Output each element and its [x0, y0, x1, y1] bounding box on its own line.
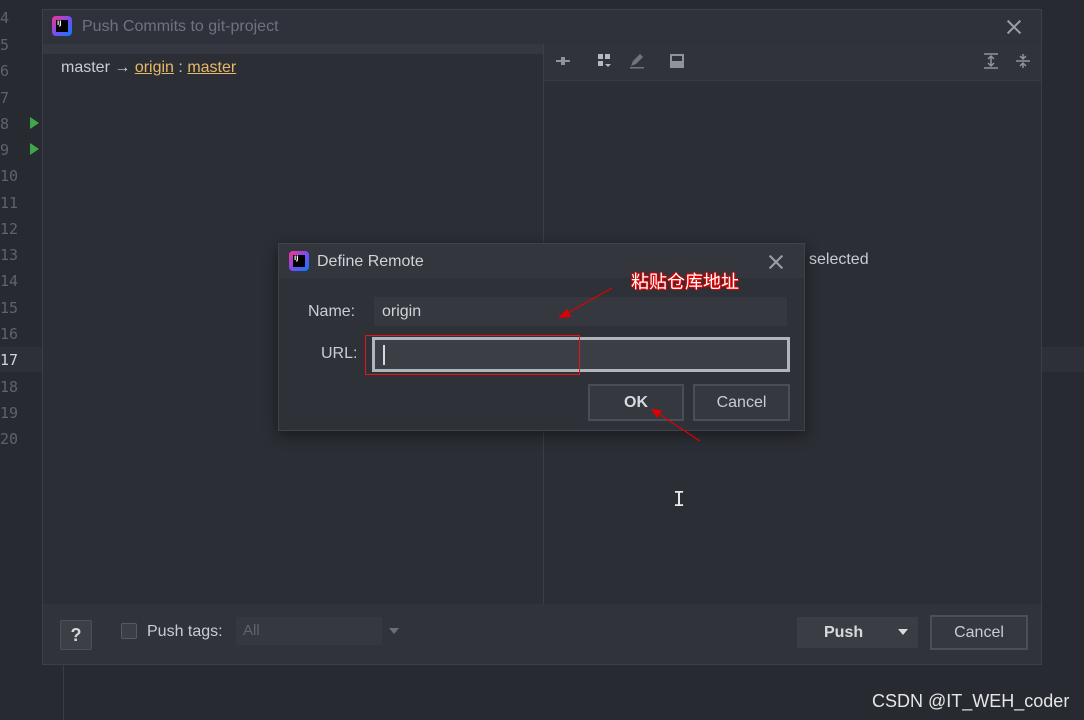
push-tags-value: All — [243, 622, 260, 639]
run-gutter-icon[interactable] — [30, 117, 39, 129]
intellij-app-icon: IJ — [52, 16, 72, 36]
remote-link[interactable]: origin — [135, 59, 174, 76]
line-number: 8 — [0, 115, 10, 133]
edit-icon[interactable] — [628, 52, 646, 70]
pane-header-strip — [43, 44, 543, 54]
name-input[interactable]: origin — [374, 297, 787, 326]
line-number: 10 — [0, 167, 19, 185]
line-number: 16 — [0, 325, 19, 343]
line-number: 5 — [0, 36, 10, 54]
arrow-icon: → — [114, 59, 131, 76]
collapse-all-icon[interactable] — [1014, 52, 1032, 70]
url-label: URL: — [321, 345, 358, 362]
name-value: origin — [382, 303, 422, 320]
push-tags-select[interactable]: All — [236, 617, 406, 645]
mouse-cursor-ibeam: I — [673, 487, 686, 511]
close-icon[interactable] — [769, 255, 783, 269]
help-button[interactable]: ? — [60, 620, 92, 650]
name-label: Name: — [308, 303, 356, 320]
group-by-icon[interactable] — [596, 52, 614, 70]
push-button[interactable]: Push — [797, 617, 918, 648]
push-tags-checkbox[interactable] — [121, 623, 137, 639]
editor-gutter: 4 5 6 7 8 9 10 11 12 13 14 15 16 17 18 1… — [0, 0, 42, 720]
line-number: 9 — [0, 141, 10, 159]
close-icon[interactable] — [1007, 20, 1021, 34]
changes-toolbar — [544, 44, 1041, 81]
no-selection-text: selected — [809, 251, 869, 268]
line-number: 11 — [0, 194, 19, 212]
annotation-text: 粘贴仓库地址 — [631, 272, 739, 293]
cancel-button[interactable]: Cancel — [930, 615, 1028, 650]
remote-branch-link[interactable]: master — [187, 59, 236, 76]
chevron-down-icon[interactable] — [382, 617, 406, 645]
push-window-titlebar: IJ Push Commits to git-project — [43, 10, 1041, 44]
local-branch: master — [61, 59, 110, 76]
line-number: 15 — [0, 299, 19, 317]
push-window-title: Push Commits to git-project — [82, 18, 279, 35]
line-number: 20 — [0, 430, 19, 448]
line-number: 12 — [0, 220, 19, 238]
dialog-cancel-button[interactable]: Cancel — [693, 384, 790, 421]
line-number: 18 — [0, 378, 19, 396]
run-gutter-icon[interactable] — [30, 143, 39, 155]
push-options-dropdown-icon[interactable] — [888, 617, 918, 648]
line-number-current: 17 — [0, 351, 19, 369]
push-button-label: Push — [824, 624, 864, 641]
line-number: 13 — [0, 246, 19, 264]
branch-mapping: master → origin : master — [61, 59, 236, 77]
watermark: CSDN @IT_WEH_coder — [872, 691, 1070, 711]
line-number: 14 — [0, 272, 19, 290]
line-number: 6 — [0, 62, 10, 80]
line-number: 19 — [0, 404, 19, 422]
highlight-box — [365, 335, 580, 375]
expand-all-icon[interactable] — [982, 52, 1000, 70]
line-number: 4 — [0, 9, 10, 27]
branch-separator: : — [178, 59, 183, 76]
editor-edge-divider — [63, 665, 64, 720]
line-number: 7 — [0, 89, 10, 107]
push-bottom-bar: ? Push tags: All Push Cancel — [43, 604, 1041, 664]
preview-icon[interactable] — [668, 52, 686, 70]
ok-button[interactable]: OK — [588, 384, 684, 421]
intellij-app-icon: IJ — [289, 251, 309, 271]
push-tags-label: Push tags: — [147, 623, 223, 640]
dialog-title: Define Remote — [317, 253, 424, 270]
diff-icon[interactable] — [554, 52, 572, 70]
